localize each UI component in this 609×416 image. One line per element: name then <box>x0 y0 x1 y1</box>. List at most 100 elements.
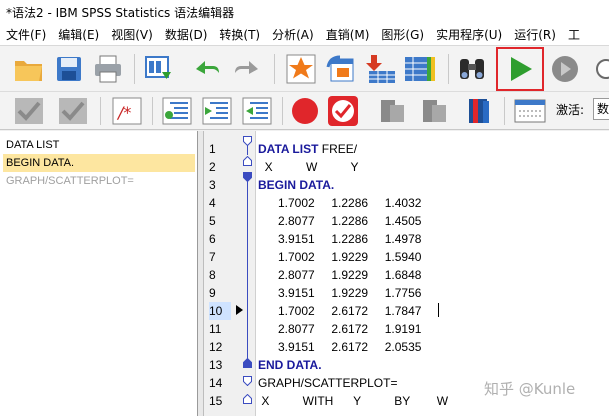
fold-open-icon[interactable] <box>243 136 252 146</box>
code-text: GRAPH/SCATTERPLOT= <box>258 376 398 390</box>
code-text: 3.9151 1.9229 1.7756 <box>258 286 422 300</box>
recall-dialog-icon[interactable] <box>142 52 176 86</box>
goto-case-icon[interactable] <box>362 52 398 86</box>
activate-dataset-value: 数 <box>597 102 609 116</box>
code-line[interactable]: 2.8077 1.9229 1.6848 <box>258 266 421 284</box>
menu-transform[interactable]: 转换(T) <box>213 26 266 43</box>
star-template-icon[interactable] <box>284 52 318 86</box>
code-line[interactable]: X WITH Y BY W <box>258 392 448 410</box>
circle-option-icon[interactable] <box>592 54 609 84</box>
menu-analyze[interactable]: 分析(A) <box>266 26 320 43</box>
refresh-data-icon[interactable] <box>324 52 358 86</box>
bookmark-next-icon[interactable] <box>418 95 452 127</box>
code-text: 1.7002 2.6172 1.7847 <box>258 304 422 318</box>
play-icon <box>511 57 532 81</box>
code-line[interactable]: 1.7002 2.6172 1.7847 <box>258 302 421 320</box>
line-number: 4 <box>209 196 216 210</box>
line-number: 15 <box>209 394 223 408</box>
code-line[interactable]: 1.7002 1.2286 1.4032 <box>258 194 421 212</box>
validate-icon[interactable] <box>326 95 360 127</box>
code-text: 3.9151 1.2286 1.4978 <box>258 232 422 246</box>
menu-graphs[interactable]: 图形(G) <box>375 26 430 43</box>
code-line[interactable]: END DATA. <box>258 356 322 374</box>
code-text: 2.8077 1.9229 1.6848 <box>258 268 422 282</box>
code-line[interactable]: BEGIN DATA. <box>258 176 334 194</box>
line-number: 6 <box>209 232 216 246</box>
fold-open-data-icon[interactable] <box>243 172 252 182</box>
checkmark-disabled-icon[interactable] <box>12 95 46 127</box>
fold-line-2 <box>247 178 248 360</box>
line-number: 11 <box>209 322 222 336</box>
comment-icon[interactable]: /* <box>110 95 144 127</box>
fold-close-icon[interactable] <box>243 156 252 166</box>
nav-item-begin-data[interactable]: BEGIN DATA. <box>3 154 195 172</box>
code-line[interactable]: 2.8077 1.2286 1.4505 <box>258 212 421 230</box>
fold-close-data-icon[interactable] <box>243 358 252 368</box>
window-panel-icon[interactable] <box>512 95 548 127</box>
open-folder-icon[interactable] <box>12 52 46 86</box>
menu-view[interactable]: 视图(V) <box>105 26 159 43</box>
syntax-toolbar: /* 激活: 数 <box>0 92 609 130</box>
bookmark-disabled-icon[interactable] <box>376 95 410 127</box>
fold-open-graph-icon[interactable] <box>243 376 252 386</box>
menu-run[interactable]: 运行(R) <box>508 26 562 43</box>
save-icon[interactable] <box>54 52 84 86</box>
text-caret <box>438 303 439 317</box>
line-number: 7 <box>209 250 216 264</box>
menu-bar: 文件(F) 编辑(E) 视图(V) 数据(D) 转换(T) 分析(A) 直销(M… <box>0 24 609 46</box>
nav-item-graph-scatterplot[interactable]: GRAPH/SCATTERPLOT= <box>3 172 195 190</box>
syntax-navigator: DATA LIST BEGIN DATA. GRAPH/SCATTERPLOT= <box>0 131 198 416</box>
line-number: 9 <box>209 286 216 300</box>
checkmark-disabled-2-icon[interactable] <box>56 95 90 127</box>
code-line[interactable]: 1.7002 1.9229 1.5940 <box>258 248 421 266</box>
stop-processor-icon[interactable] <box>548 52 582 86</box>
syntax-editor[interactable]: 1 DATA LIST FREE/2 X W Y 3 BEGIN DATA. 4 1.7… <box>204 131 609 416</box>
code-line[interactable]: GRAPH/SCATTERPLOT= <box>258 374 397 392</box>
line-number: 14 <box>209 376 223 390</box>
menu-direct-marketing[interactable]: 直销(M) <box>320 26 376 43</box>
title-bar: *语法2 - IBM SPSS Statistics 语法编辑器 <box>0 0 609 24</box>
code-text: 3.9151 2.6172 2.0535 <box>258 340 422 354</box>
undo-icon[interactable] <box>190 54 224 84</box>
code-line[interactable]: 3.9151 2.6172 2.0535 <box>258 338 421 356</box>
line-number: 3 <box>209 178 216 192</box>
code-line[interactable]: X W Y <box>258 158 359 176</box>
code-text: 2.8077 2.6172 1.9191 <box>258 322 422 336</box>
indent-icon[interactable] <box>160 95 194 127</box>
code-line[interactable]: 3.9151 1.2286 1.4978 <box>258 230 421 248</box>
code-line[interactable]: DATA LIST FREE/ <box>258 140 357 158</box>
run-selection-button[interactable] <box>496 47 544 91</box>
book-icon[interactable] <box>462 95 496 127</box>
line-number: 5 <box>209 214 216 228</box>
variables-icon[interactable] <box>402 52 438 86</box>
breakpoint-icon[interactable] <box>288 95 322 127</box>
code-text: 1.7002 1.9229 1.5940 <box>258 250 422 264</box>
find-binoculars-icon[interactable] <box>456 52 488 86</box>
main-toolbar <box>0 46 609 92</box>
code-line[interactable]: 3.9151 1.9229 1.7756 <box>258 284 421 302</box>
code-text: 1.7002 1.2286 1.4032 <box>258 196 422 210</box>
nav-item-data-list[interactable]: DATA LIST <box>3 136 195 154</box>
activate-dataset-dropdown[interactable]: 数 <box>593 98 609 120</box>
indent-right-icon[interactable] <box>200 95 234 127</box>
syntax-keyword: DATA LIST <box>258 142 319 156</box>
current-line-arrow-icon <box>236 305 243 315</box>
outdent-icon[interactable] <box>240 95 274 127</box>
syntax-keyword: END DATA. <box>258 358 322 372</box>
fold-close-graph-icon[interactable] <box>243 394 252 404</box>
menu-data[interactable]: 数据(D) <box>159 26 214 43</box>
menu-file[interactable]: 文件(F) <box>0 26 52 43</box>
print-icon[interactable] <box>92 52 124 86</box>
menu-tools[interactable]: 工 <box>562 26 586 43</box>
menu-edit[interactable]: 编辑(E) <box>52 26 105 43</box>
line-number: 12 <box>209 340 223 354</box>
window-title: *语法2 - IBM SPSS Statistics 语法编辑器 <box>6 5 235 20</box>
code-text: X W Y <box>258 160 359 174</box>
menu-utilities[interactable]: 实用程序(U) <box>430 26 508 43</box>
line-number: 2 <box>209 160 216 174</box>
redo-icon[interactable] <box>230 54 264 84</box>
activate-label: 激活: <box>556 103 585 117</box>
line-number: 8 <box>209 268 216 282</box>
code-text: X WITH Y BY W <box>258 394 449 408</box>
code-line[interactable]: 2.8077 2.6172 1.9191 <box>258 320 421 338</box>
